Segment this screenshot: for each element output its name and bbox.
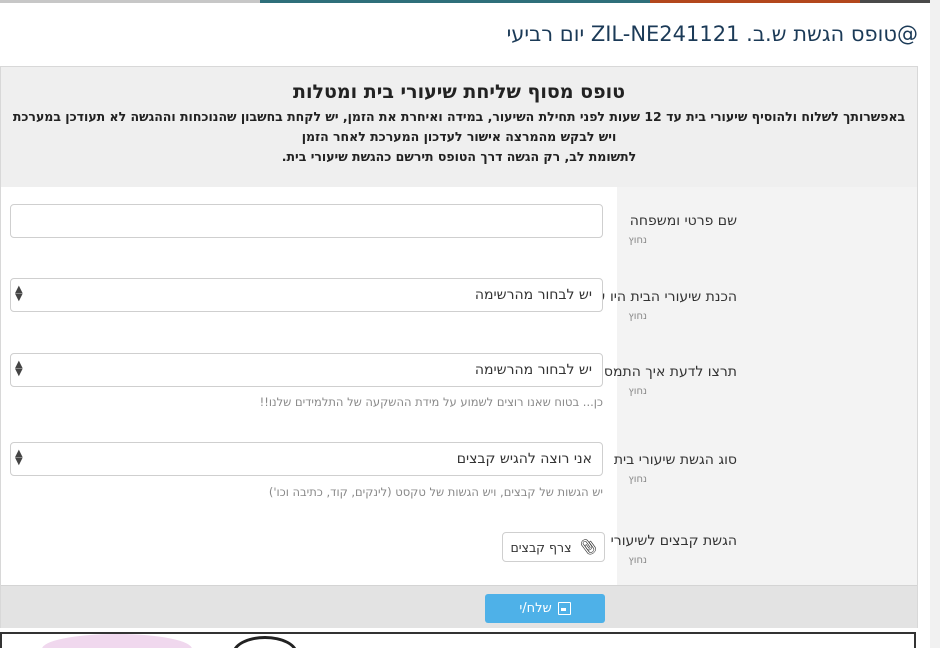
full-name-input[interactable] — [10, 204, 603, 238]
decorative-graphic — [232, 636, 298, 648]
select-value: יש לבחור מהרשימה — [474, 287, 592, 303]
bottom-image-frame — [0, 632, 916, 648]
labels-column — [617, 187, 917, 585]
form-heading: טופס מסוף שליחת שיעורי בית ומטלות — [293, 81, 625, 103]
sort-arrows-icon: ▲ ▼ — [15, 448, 23, 467]
form-note: לתשומת לב, רק הגשה דרך הטופס תירשם כהגשת… — [281, 149, 637, 164]
select-value: אני רוצה להגיש קבצים — [456, 451, 592, 467]
field-label: סוג הגשת שיעורי בית — [613, 452, 737, 468]
attach-files-label: צרף קבצים — [510, 539, 572, 555]
sort-arrows-icon: ▲ ▼ — [15, 284, 23, 303]
submission-type-select[interactable]: אני רוצה להגיש קבצים ▲ ▼ — [10, 442, 603, 476]
page-scrollbar[interactable] — [930, 0, 940, 648]
form-description-text: באפשרותך לשלוח ולהוסיף שיעורי בית עד 12 … — [12, 109, 906, 144]
sort-arrows-icon: ▲ ▼ — [15, 359, 23, 378]
page-title: @טופס הגשת ש.ב. ZIL-NE241121 יום רביעי — [506, 22, 918, 46]
top-banner-strip — [0, 0, 940, 3]
required-indicator: נחוץ — [628, 386, 647, 397]
select-value: יש לבחור מהרשימה — [474, 362, 592, 378]
field-label: שם פרטי ומשפחה — [629, 213, 737, 229]
decorative-graphic — [42, 634, 192, 648]
feeling-select[interactable]: יש לבחור מהרשימה ▲ ▼ — [10, 353, 603, 387]
save-icon — [557, 602, 571, 615]
homework-form: טופס מסוף שליחת שיעורי בית ומטלות באפשרו… — [0, 66, 918, 628]
prep-select[interactable]: יש לבחור מהרשימה ▲ ▼ — [10, 278, 603, 312]
required-indicator: נחוץ — [628, 235, 647, 246]
submit-button[interactable]: שלח/י — [485, 594, 605, 623]
attach-files-button[interactable]: 📎︎ צרף קבצים — [502, 532, 605, 562]
required-indicator: נחוץ — [628, 311, 647, 322]
banner-segment — [0, 0, 260, 3]
form-footer: שלח/י — [1, 585, 917, 628]
banner-segment — [650, 0, 860, 3]
form-description: באפשרותך לשלוח ולהוסיף שיעורי בית עד 12 … — [1, 107, 917, 167]
form-header: טופס מסוף שליחת שיעורי בית ומטלות באפשרו… — [1, 67, 917, 187]
field-hint: יש הגשות של קבצים, ויש הגשות של טקסט (לי… — [268, 485, 603, 499]
paperclip-icon: 📎︎ — [577, 538, 597, 556]
banner-segment — [260, 0, 650, 3]
required-indicator: נחוץ — [628, 555, 647, 566]
submit-label: שלח/י — [519, 601, 552, 616]
field-hint: כן... בטוח שאנו רוצים לשמוע על מידת ההשק… — [259, 395, 603, 409]
required-indicator: נחוץ — [628, 474, 647, 485]
